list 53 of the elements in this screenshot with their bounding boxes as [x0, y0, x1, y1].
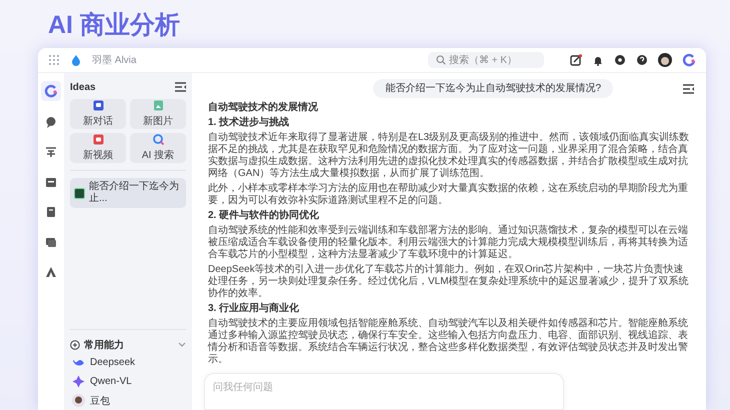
- bell-icon[interactable]: [592, 54, 604, 66]
- answer-paragraph: 自动驾驶技术近年来取得了显著进展，特别是在L3级别及更高级别的推进中。然而，该领域仍面临真实训练数据不足的挑战，尤其是在获取罕见和危险情况的数据方面。为了应对这一问题，业界采用了混合策略，结合真实数据与虚拟生成数据。这种方法利用先进的虚拟化技术处理真实的传感器数据，并结合扩散模型或生成对抗网络（GAN）等方法生成大量模拟数据，从而扩展了训练范围。: [208, 132, 690, 180]
- model-item[interactable]: Qwen-VL: [70, 372, 186, 391]
- chat-input-field[interactable]: 问我任何问题: [204, 373, 564, 410]
- sidebar-title: Ideas: [70, 82, 96, 92]
- answer-paragraph: DeepSeek等技术的引入进一步优化了车载芯片的计算能力。例如，在双Orin芯片架构中，一块芯片负责快速处理任务，另一块则处理复杂任务。经过优化后，VLM模型在复杂处理系统中的延迟显著减少，提升了双系统协作的效率。: [208, 264, 690, 300]
- message-icon: [45, 236, 57, 248]
- rail-button[interactable]: [41, 81, 61, 101]
- answer-title: 自动驾驶技术的发展情况: [208, 102, 319, 114]
- panel-toggle-icon[interactable]: [175, 82, 186, 92]
- calendar-icon: [45, 176, 57, 188]
- answer-paragraph: 此外，小样本或零样本学习方法的应用也在帮助减少对大量真实数据的依赖，这在系统启动的早期阶段尤为重要，因为可以有效弥补实际道路测试里程不足的问题。: [208, 183, 689, 207]
- history-item[interactable]: 能否介绍一下迄今为止...: [70, 178, 186, 208]
- new-item-button[interactable]: 新图片: [130, 99, 186, 129]
- help-icon[interactable]: [636, 54, 648, 66]
- chat-thumbnail-icon: [74, 188, 85, 198]
- model-item[interactable]: 豆包: [70, 391, 186, 410]
- whale-icon: [72, 357, 85, 368]
- section-title[interactable]: 常用能力: [84, 338, 124, 352]
- star-icon: [72, 375, 85, 388]
- note-icon: [45, 206, 57, 218]
- app-name: 羽墨 Alvia: [92, 54, 136, 67]
- question-bubble: 能否介绍一下迄今为止自动驾驶技术的发展情况?: [373, 79, 613, 98]
- avatar-icon[interactable]: [658, 53, 672, 67]
- edit-icon[interactable]: [570, 54, 582, 66]
- grid-icon[interactable]: [48, 54, 60, 66]
- new-item-button[interactable]: 新视频: [70, 133, 126, 163]
- chevron-icon[interactable]: [178, 342, 186, 348]
- triangle-icon: [45, 266, 57, 278]
- chat-icon: [92, 100, 104, 111]
- model-item[interactable]: Deepseek: [70, 353, 186, 372]
- new-item-button[interactable]: AI 搜索: [130, 133, 186, 163]
- avatar-icon: [72, 394, 85, 407]
- video-icon: [92, 134, 104, 145]
- search-icon: [436, 55, 446, 65]
- answer-heading: 1. 技术进步与挑战: [208, 117, 290, 129]
- answer-paragraph: 自动驾驶系统的性能和效率受到云端训练和车载部署方法的影响。通过知识蒸馏技术，复杂的模型可以在云端被压缩成适合车载设备使用的轻量化版本。利用云端强大的计算能力完成大规模模型训练后，再将其转换为适合车载芯片的小型模型，这种方法显著减少了车载环境中的计算延迟。: [208, 225, 689, 261]
- answer-heading: 3. 行业应用与商业化: [208, 303, 300, 315]
- plus-circle-icon: [70, 340, 80, 350]
- ring-logo-icon[interactable]: [682, 53, 696, 67]
- panel-toggle-icon[interactable]: [683, 84, 694, 94]
- new-item-button[interactable]: 新对话: [70, 99, 126, 129]
- answer-paragraph: 自动驾驶技术的主要应用领域包括智能座舱系统、自动驾驶汽车以及相关硬件如传感器和芯片。智能座舱系统通过多种输入源监控驾驶员状态，确保行车安全。这些输入包括方向盘压力、电容、面部识别、视线追踪、表情分析和语音等数据。系统结合车辆运行状况，整合这些多样化数据类型，有效评估驾驶员状态并及时发出警示。: [208, 318, 689, 366]
- page-title: AI 商业分析: [48, 10, 180, 40]
- chat-bubble-icon: [45, 116, 57, 128]
- image-icon: [152, 100, 164, 111]
- answer-heading: 2. 硬件与软件的协同优化: [208, 210, 320, 222]
- search-icon: [152, 134, 164, 145]
- drop-logo-icon: [70, 54, 82, 66]
- search-field[interactable]: 搜索（⌘ + K）: [428, 52, 544, 68]
- ring-logo-icon: [44, 84, 58, 98]
- settings-icon[interactable]: [614, 54, 626, 66]
- list-icon: [45, 146, 57, 158]
